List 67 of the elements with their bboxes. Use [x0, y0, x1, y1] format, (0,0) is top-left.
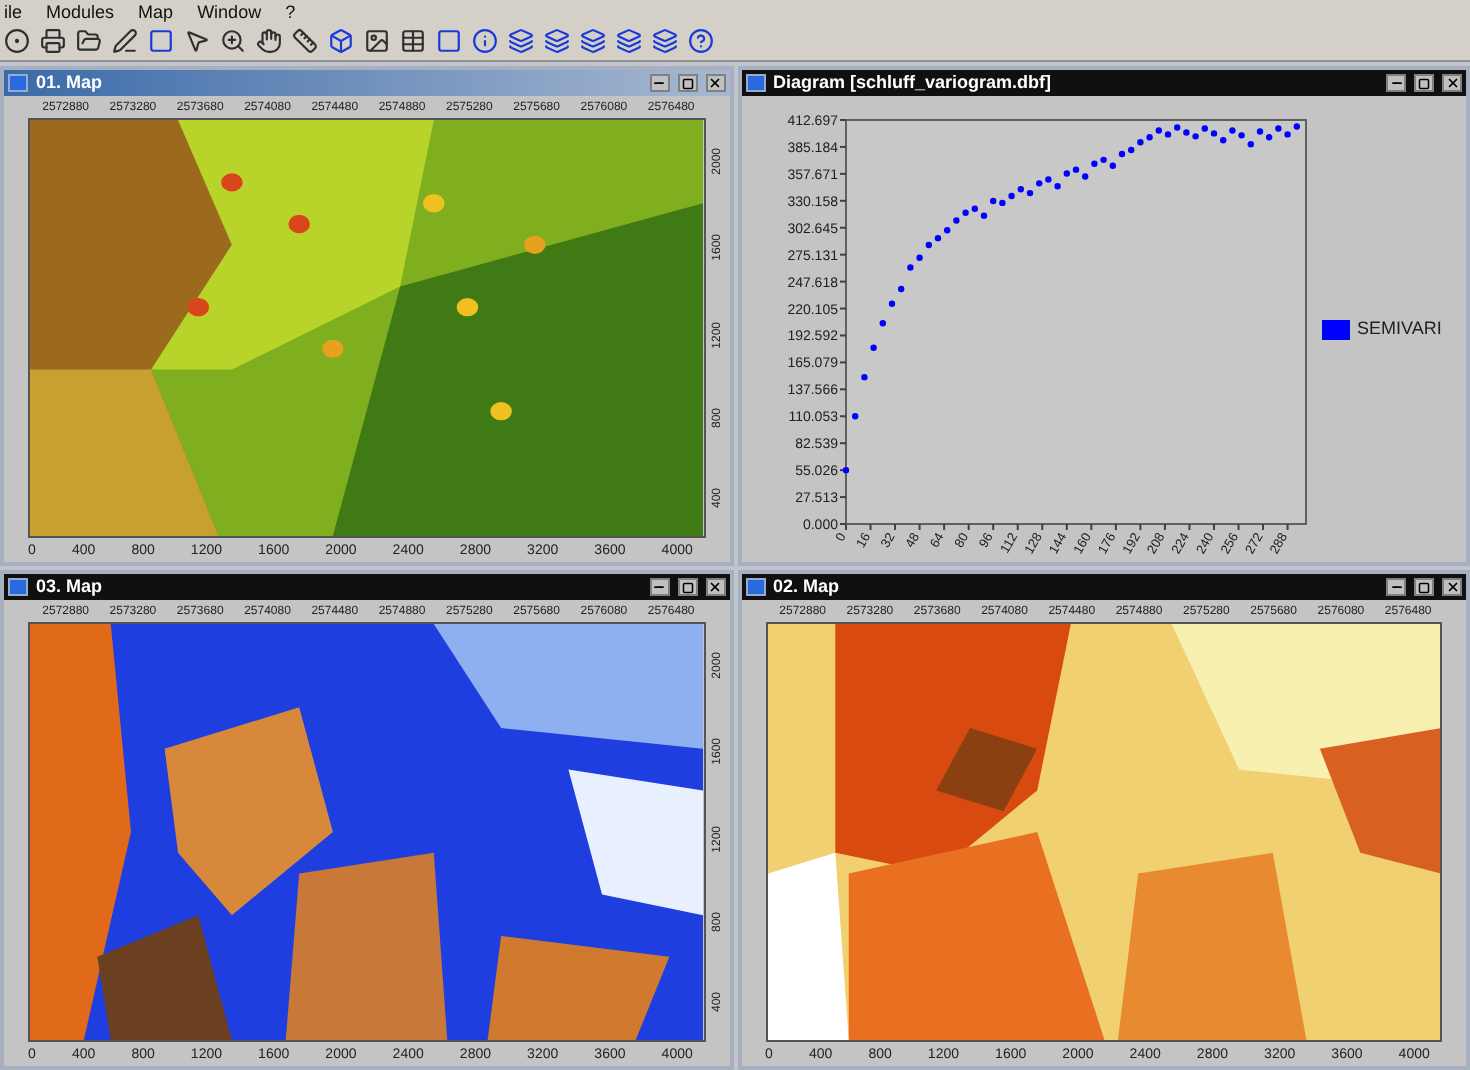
window-icon: [745, 578, 765, 596]
data-point: [860, 373, 867, 381]
minimize-icon: [652, 76, 666, 90]
data-point: [915, 254, 922, 261]
printer-icon[interactable]: [40, 28, 66, 54]
maximize-button[interactable]: [1414, 578, 1434, 596]
legend-label: SEMIVARI: [1357, 315, 1442, 342]
layers-icon[interactable]: [580, 28, 606, 54]
target-icon[interactable]: [4, 28, 30, 54]
minimize-button[interactable]: [649, 578, 669, 596]
maximize-button[interactable]: [677, 578, 697, 596]
close-icon: [1445, 580, 1459, 594]
window-title: 02. Map: [773, 578, 842, 596]
maximize-icon: [681, 77, 693, 89]
close-button[interactable]: [705, 74, 725, 92]
maximize-button[interactable]: [1414, 74, 1434, 92]
data-point: [869, 344, 876, 351]
image-icon[interactable]: [364, 28, 390, 54]
hand-icon[interactable]: [256, 28, 282, 54]
minimize-icon: [1389, 580, 1403, 594]
data-point: [906, 264, 913, 271]
pen-icon[interactable]: [112, 28, 138, 54]
window-icon: [8, 578, 28, 596]
close-button[interactable]: [705, 578, 725, 596]
close-icon: [708, 76, 722, 90]
minimize-button[interactable]: [649, 74, 669, 92]
square-icon[interactable]: [436, 28, 462, 54]
window-icon: [8, 74, 28, 92]
window-title: Diagram [schluff_variogram.dbf]: [773, 74, 1054, 92]
close-button[interactable]: [1442, 578, 1462, 596]
layers-icon[interactable]: [652, 28, 678, 54]
data-point: [841, 466, 849, 474]
help-icon[interactable]: [688, 28, 714, 54]
close-button[interactable]: [1442, 74, 1462, 92]
minimize-button[interactable]: [1386, 578, 1406, 596]
data-point: [851, 413, 858, 420]
window-icon: [745, 74, 765, 92]
layers-icon[interactable]: [544, 28, 570, 54]
menu-item[interactable]: ?: [285, 4, 296, 22]
data-point: [897, 285, 904, 293]
ruler-icon[interactable]: [292, 28, 318, 54]
maximize-icon: [1418, 581, 1430, 593]
window-title: 03. Map: [36, 578, 105, 596]
pointer-icon[interactable]: [184, 28, 210, 54]
data-point: [878, 320, 885, 327]
square-icon[interactable]: [148, 28, 174, 54]
menu-item[interactable]: Map: [138, 4, 174, 22]
zoom-icon[interactable]: [220, 28, 246, 54]
menu-item[interactable]: ile: [4, 4, 23, 22]
close-icon: [1445, 76, 1459, 90]
minimize-icon: [1389, 76, 1403, 90]
table-icon[interactable]: [400, 28, 426, 54]
maximize-icon: [1418, 77, 1430, 89]
close-icon: [708, 580, 722, 594]
window-title: 01. Map: [36, 74, 105, 92]
menu-item[interactable]: Modules: [46, 4, 115, 22]
minimize-icon: [652, 580, 666, 594]
maximize-button[interactable]: [677, 74, 697, 92]
info-icon[interactable]: [472, 28, 498, 54]
maximize-icon: [681, 581, 693, 593]
layers-icon[interactable]: [508, 28, 534, 54]
folder-icon[interactable]: [76, 28, 102, 54]
cube-icon[interactable]: [328, 28, 354, 54]
minimize-button[interactable]: [1386, 74, 1406, 92]
menu-item[interactable]: Window: [197, 4, 262, 22]
data-point: [887, 300, 895, 307]
layers-icon[interactable]: [616, 28, 642, 54]
